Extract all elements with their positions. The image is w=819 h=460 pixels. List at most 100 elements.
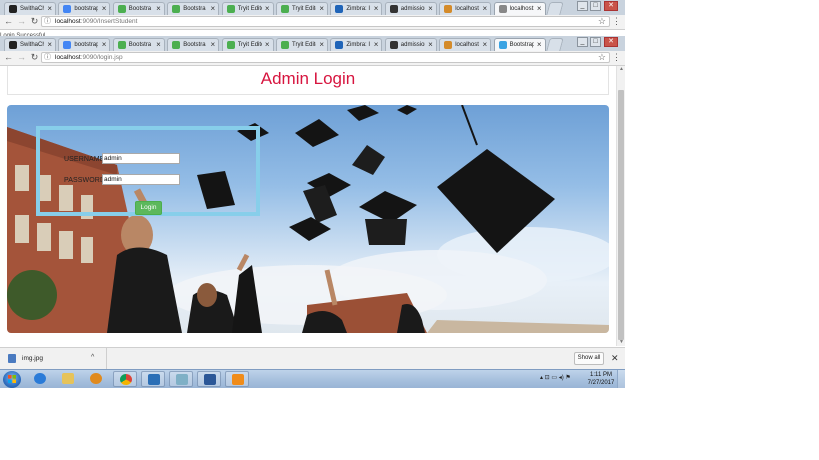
w3-icon — [172, 41, 181, 49]
close-tab-icon[interactable]: × — [47, 4, 52, 13]
tab-strip: SwithaCh × bootstrap × Bootstra × Bootstra × Try… — [0, 36, 625, 52]
url-bar[interactable]: ⓘ localhost:9090/login.jsp ☆ — [41, 52, 610, 63]
info-icon[interactable]: ⓘ — [44, 17, 51, 26]
close-tab-icon[interactable]: × — [211, 40, 216, 49]
close-tab-icon[interactable]: × — [319, 40, 324, 49]
close-tab-icon[interactable]: × — [537, 4, 542, 13]
browser-tab[interactable]: Bootstrap × — [493, 38, 546, 51]
browser-tab[interactable]: localhost: × — [439, 2, 492, 15]
close-window-button[interactable]: ✕ — [604, 1, 618, 11]
close-tab-icon[interactable]: × — [156, 4, 161, 13]
visual-studio-icon — [148, 374, 160, 385]
tab-label: Tryit Edito — [237, 6, 262, 12]
forward-icon[interactable]: → — [16, 16, 27, 27]
browser-tab[interactable]: Bootstra × — [112, 2, 165, 15]
new-tab-button[interactable] — [546, 38, 564, 51]
bootstrap-icon — [498, 41, 507, 49]
login-button[interactable]: Login — [135, 201, 162, 215]
close-tab-icon[interactable]: × — [47, 40, 52, 49]
maximize-button[interactable]: □ — [590, 37, 601, 47]
browser-tab[interactable]: Tryit Edito× — [221, 2, 274, 15]
url-text: localhost:9090/InsertStudent — [55, 18, 138, 25]
info-icon[interactable]: ⓘ — [44, 53, 51, 62]
browser-tab[interactable]: Bootstra × — [167, 38, 220, 51]
system-tray-icons[interactable]: ▴ ⊡ ▭ ◂) ⚑ — [540, 374, 571, 382]
back-icon[interactable]: ← — [3, 16, 14, 27]
back-icon[interactable]: ← — [3, 52, 14, 63]
close-tab-icon[interactable]: × — [374, 40, 379, 49]
show-all-button[interactable]: Show all — [574, 352, 604, 365]
taskbar-explorer[interactable] — [56, 371, 80, 387]
close-tab-icon[interactable]: × — [156, 40, 161, 49]
maximize-button[interactable]: □ — [590, 1, 601, 11]
close-tab-icon[interactable]: × — [265, 40, 270, 49]
bookmark-star-icon[interactable]: ☆ — [598, 52, 606, 62]
url-text: localhost:9090/login.jsp — [55, 54, 123, 61]
show-desktop-button[interactable] — [617, 370, 625, 388]
close-tab-icon[interactable]: × — [102, 4, 107, 13]
taskbar-app[interactable] — [169, 371, 193, 387]
close-tab-icon[interactable]: × — [265, 4, 270, 13]
reload-icon[interactable]: ↻ — [29, 16, 40, 27]
tab-label: localhost: — [509, 6, 534, 12]
taskbar-xampp[interactable] — [225, 371, 249, 387]
browser-tab[interactable]: Tryit Edito× — [276, 2, 328, 15]
close-tab-icon[interactable]: × — [537, 40, 542, 49]
start-button[interactable] — [3, 371, 21, 388]
forward-icon[interactable]: → — [16, 52, 27, 63]
browser-tab[interactable]: Zimbra: In× — [330, 38, 383, 51]
taskbar-ie[interactable] — [28, 371, 52, 387]
menu-icon[interactable]: ⋮ — [612, 52, 621, 63]
taskbar-vscode[interactable] — [141, 371, 165, 387]
scroll-down-icon[interactable]: ▼ — [618, 339, 625, 346]
browser-tab[interactable]: Bootstra × — [112, 38, 165, 51]
close-tab-icon[interactable]: × — [428, 40, 433, 49]
browser-tab[interactable]: bootstrap × — [58, 2, 111, 15]
taskbar-chrome[interactable] — [113, 371, 137, 387]
google-icon — [63, 5, 72, 13]
username-field[interactable] — [102, 153, 180, 164]
download-item[interactable]: img.jpg ^ — [0, 348, 107, 370]
minimize-button[interactable]: _ — [577, 37, 588, 47]
close-tab-icon[interactable]: × — [374, 4, 379, 13]
url-bar[interactable]: ⓘ localhost:9090/InsertStudent ☆ — [41, 16, 610, 27]
w3-icon — [117, 5, 126, 13]
taskbar-media-player[interactable] — [84, 371, 108, 387]
browser-tab[interactable]: Tryit Edito× — [221, 38, 274, 51]
browser-tab[interactable]: admission× — [384, 38, 437, 51]
close-tab-icon[interactable]: × — [483, 40, 488, 49]
browser-tab[interactable]: admission× — [384, 2, 437, 15]
w3-icon — [172, 5, 181, 13]
chevron-up-icon[interactable]: ^ — [91, 353, 94, 362]
browser-tab[interactable]: Tryit Edito× — [276, 38, 328, 51]
browser-tab[interactable]: SwithaCh × — [4, 38, 56, 51]
vertical-scrollbar[interactable]: ▲ ▼ — [616, 66, 625, 346]
taskbar-word[interactable] — [197, 371, 221, 387]
close-tab-icon[interactable]: × — [319, 4, 324, 13]
menu-icon[interactable]: ⋮ — [612, 16, 621, 27]
close-tab-icon[interactable]: × — [102, 40, 107, 49]
close-window-button[interactable]: ✕ — [604, 37, 618, 47]
browser-tab[interactable]: localhost: × — [493, 2, 546, 15]
close-tab-icon[interactable]: × — [211, 4, 216, 13]
windows-taskbar: ▴ ⊡ ▭ ◂) ⚑ 1:11 PM 7/27/2017 — [0, 369, 625, 388]
password-field[interactable] — [102, 174, 180, 185]
close-icon[interactable]: ✕ — [611, 353, 619, 363]
close-tab-icon[interactable]: × — [483, 4, 488, 13]
clock[interactable]: 1:11 PM 7/27/2017 — [586, 371, 616, 387]
close-tab-icon[interactable]: × — [428, 4, 433, 13]
browser-tab[interactable]: SwithaCh × — [4, 2, 56, 15]
reload-icon[interactable]: ↻ — [29, 52, 40, 63]
browser-tab[interactable]: Zimbra: In× — [330, 2, 383, 15]
new-tab-button[interactable] — [546, 2, 564, 15]
browser-tab[interactable]: bootstrap × — [58, 38, 111, 51]
clock-time: 1:11 PM — [590, 372, 612, 378]
bookmark-star-icon[interactable]: ☆ — [598, 16, 606, 26]
browser-tab[interactable]: localhost: × — [439, 38, 492, 51]
browser-tab[interactable]: Bootstra × — [167, 2, 220, 15]
scroll-up-icon[interactable]: ▲ — [618, 66, 625, 73]
w3-icon — [117, 41, 126, 49]
scrollbar-thumb[interactable] — [618, 90, 624, 340]
hero-background: USERNAME PASSWORD Login — [7, 105, 609, 333]
minimize-button[interactable]: _ — [577, 1, 588, 11]
